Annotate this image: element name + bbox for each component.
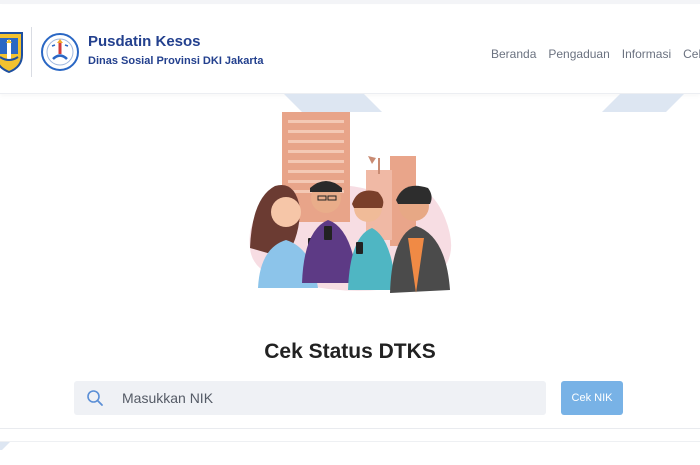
dki-jakarta-crest-icon[interactable] bbox=[0, 29, 24, 73]
navbar: Pusdatin Kesos Dinas Sosial Provinsi DKI… bbox=[0, 5, 700, 94]
people-with-phones-city-illustration bbox=[249, 112, 452, 293]
dinas-sosial-emblem-icon[interactable] bbox=[40, 32, 80, 72]
decorative-stripe bbox=[602, 94, 684, 112]
cek-status-title: Cek Status DTKS bbox=[264, 340, 436, 363]
nav-item-cek[interactable]: Cek T bbox=[683, 47, 700, 61]
nav-item-beranda[interactable]: Beranda bbox=[491, 47, 536, 61]
cek-nik-button[interactable]: Cek NIK bbox=[561, 381, 623, 415]
top-border bbox=[0, 0, 700, 4]
main-nav: Beranda Pengaduan Informasi Cek T bbox=[491, 47, 700, 61]
brand-subtitle[interactable]: Dinas Sosial Provinsi DKI Jakarta bbox=[88, 55, 263, 67]
nav-item-informasi[interactable]: Informasi bbox=[622, 47, 671, 61]
nik-search-box[interactable] bbox=[74, 381, 546, 415]
logo-separator bbox=[31, 27, 32, 77]
nik-input[interactable] bbox=[122, 381, 532, 415]
brand-title[interactable]: Pusdatin Kesos bbox=[88, 33, 201, 50]
nav-item-pengaduan[interactable]: Pengaduan bbox=[548, 47, 609, 61]
search-icon bbox=[87, 390, 103, 406]
section-divider bbox=[0, 428, 700, 442]
